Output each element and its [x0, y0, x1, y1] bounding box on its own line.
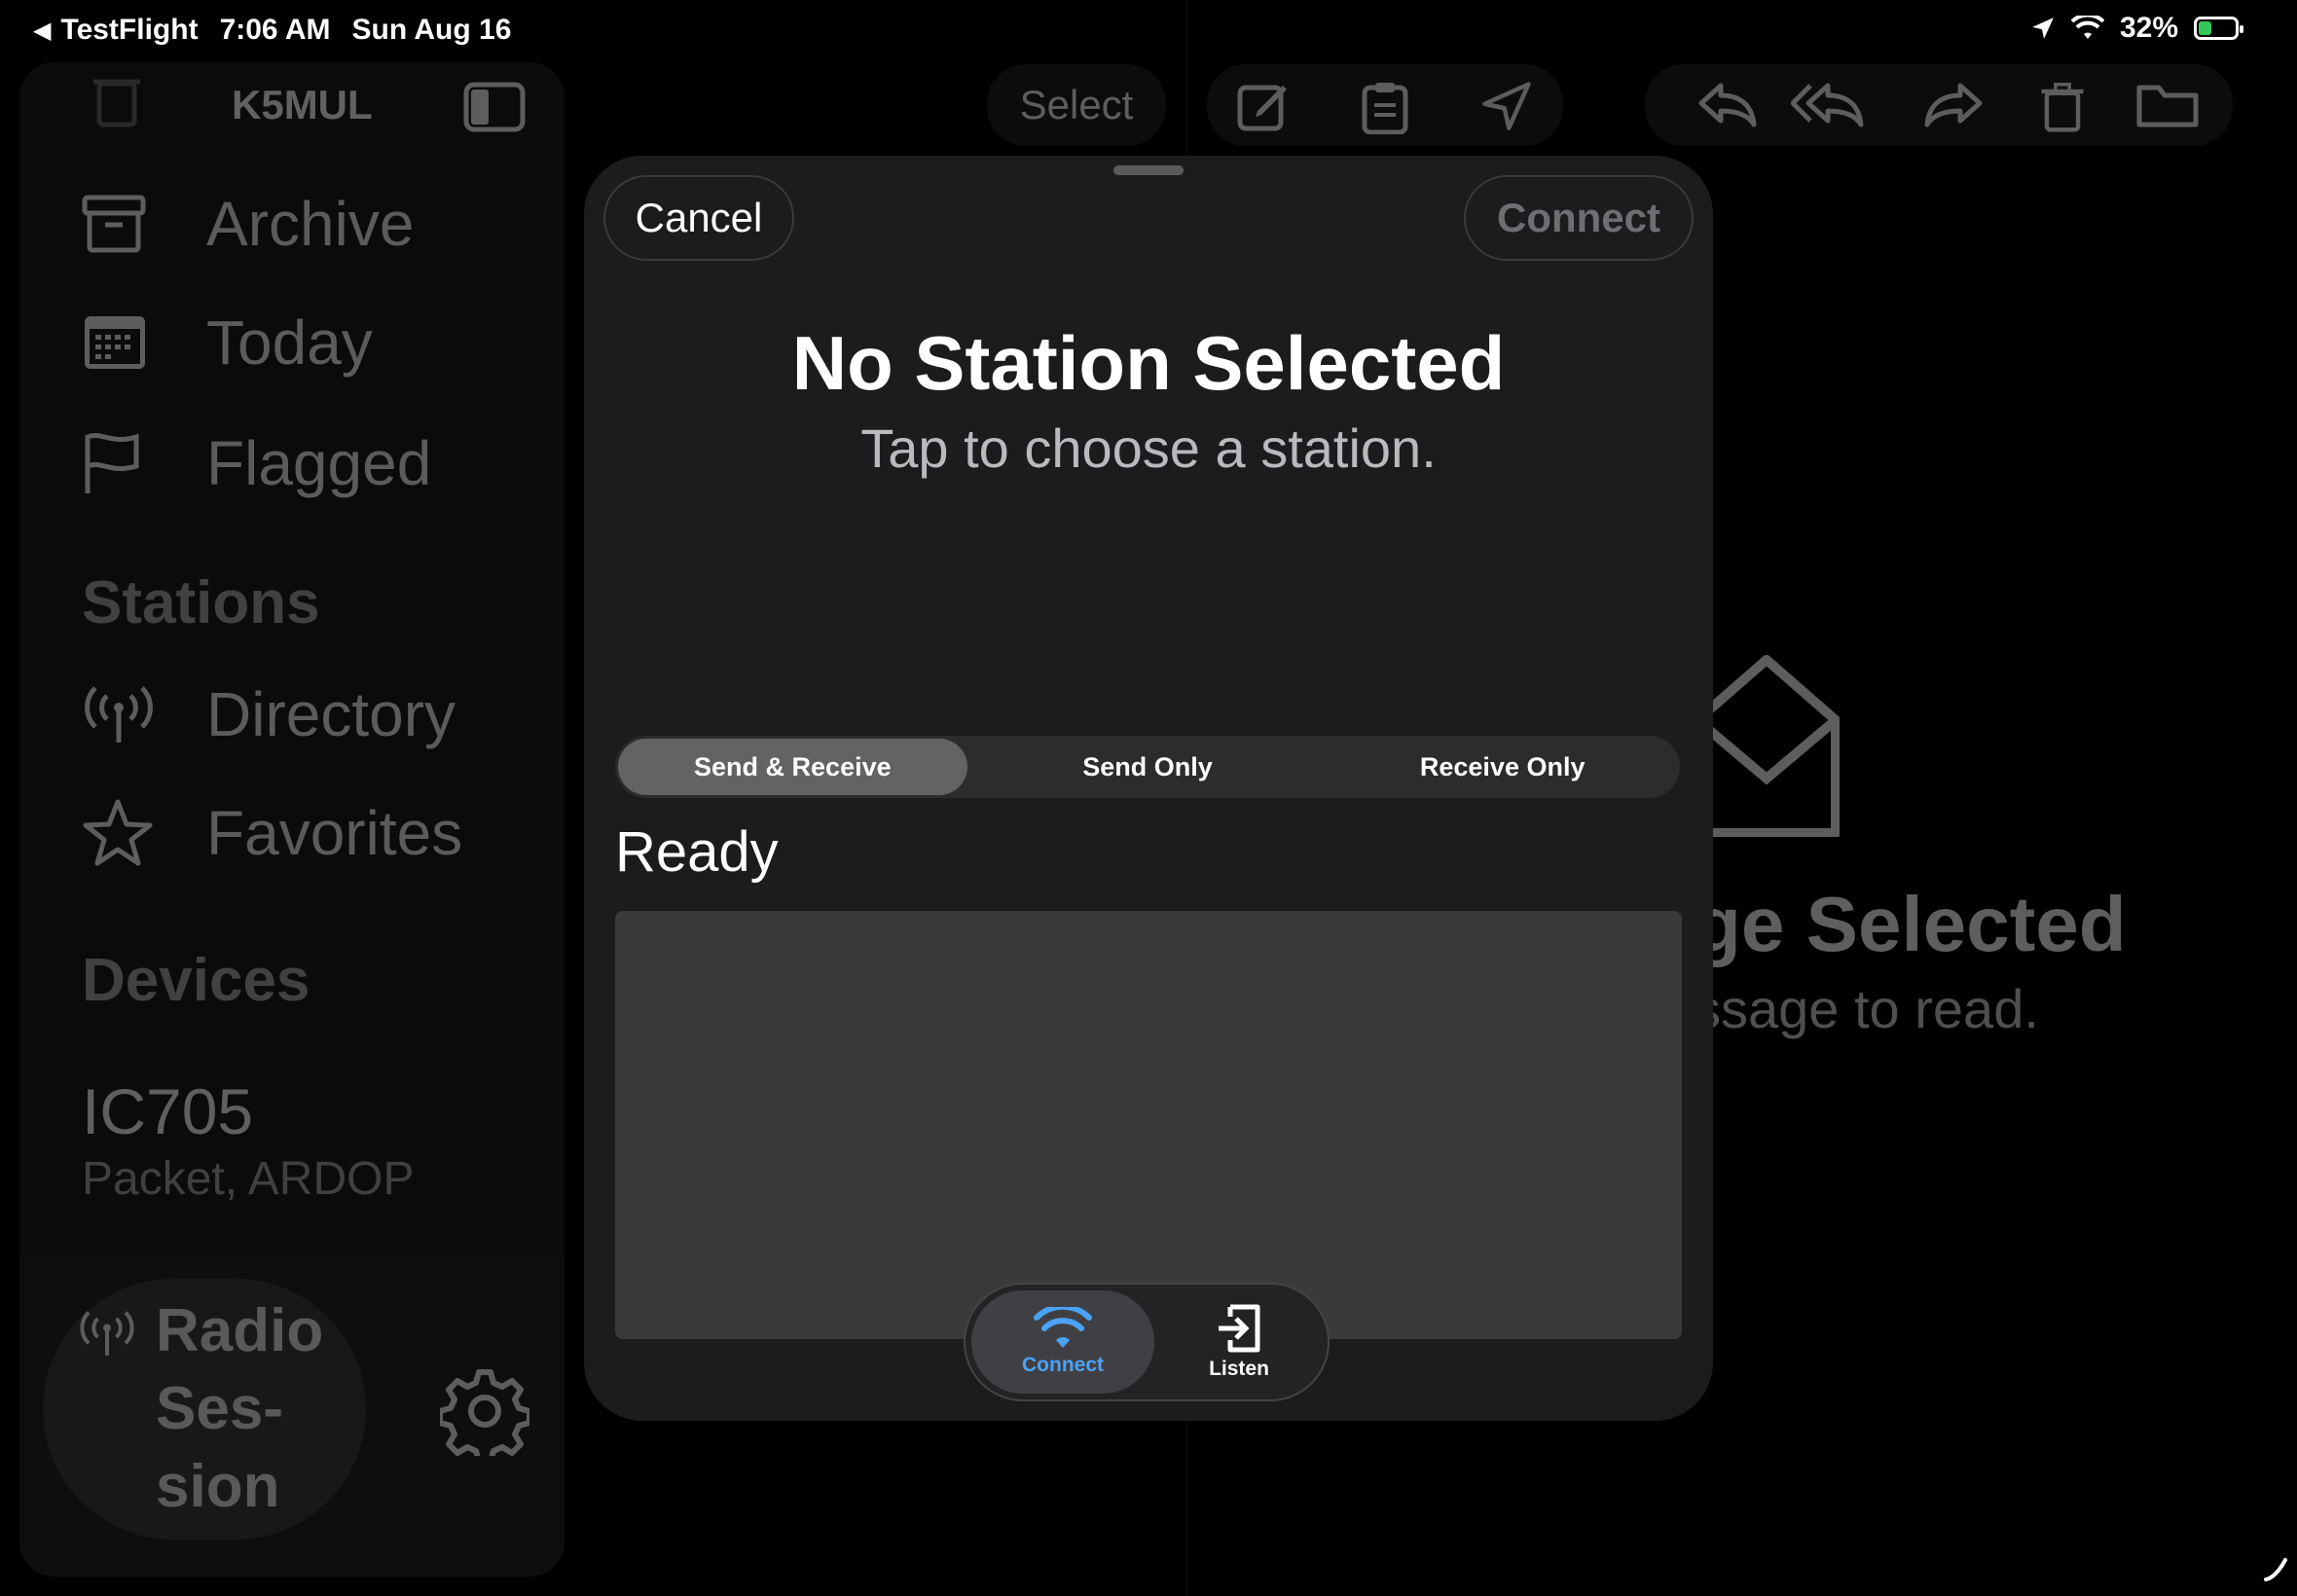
antenna-icon: [82, 675, 179, 753]
empty-detail-subtitle: ssage to read.: [1694, 978, 2039, 1039]
sidebar: K5MUL Archive Today Flagged Stations Dir…: [19, 62, 565, 1577]
account-name: K5MUL: [232, 82, 373, 127]
station-subtitle[interactable]: Tap to choose a station.: [584, 417, 1713, 480]
connection-status: Ready: [615, 820, 779, 884]
sidebar-item-label: Archive: [206, 189, 415, 259]
radio-session-line: sion: [156, 1453, 280, 1520]
wifi-icon: [1034, 1307, 1092, 1348]
star-icon: [82, 794, 179, 872]
connect-sheet: Cancel Connect No Station Selected Tap t…: [584, 156, 1713, 1421]
radio-session-label: Radio Ses- sion: [156, 1292, 341, 1526]
radio-session-line: Ses-: [156, 1375, 283, 1442]
sidebar-item-label: Favorites: [206, 798, 463, 868]
sidebar-item-today[interactable]: Today: [82, 304, 373, 381]
enter-icon: [1219, 1304, 1260, 1353]
sidebar-item-archive[interactable]: Archive: [82, 185, 414, 263]
stations-heading: Stations: [82, 569, 320, 636]
location-arrow-icon: [2032, 18, 2054, 39]
flag-icon: [82, 424, 179, 502]
back-app-label[interactable]: TestFlight: [60, 14, 198, 47]
wifi-status-icon: [2070, 16, 2104, 39]
device-name[interactable]: IC705: [82, 1074, 253, 1148]
empty-detail-title: ge Selected: [1694, 881, 2127, 967]
delete-icon[interactable]: [2038, 80, 2087, 134]
antenna-icon: [78, 1308, 136, 1363]
sidebar-item-label: Flagged: [206, 428, 432, 498]
select-button[interactable]: Select: [987, 64, 1166, 146]
battery-percent: 32%: [2119, 12, 2178, 44]
status-time: 7:06 AM: [219, 14, 331, 46]
status-date: Sun Aug 16: [351, 14, 512, 46]
folder-icon[interactable]: [2135, 80, 2200, 130]
device-modes: Packet, ARDOP: [82, 1153, 415, 1205]
compose-icon[interactable]: [1236, 80, 1291, 132]
sidebar-item-directory[interactable]: Directory: [82, 675, 456, 753]
sheet-grabber[interactable]: [1113, 165, 1184, 175]
tab-connect[interactable]: Connect: [971, 1290, 1154, 1394]
mode-segmented-control: Send & Receive Send Only Receive Only: [615, 736, 1680, 798]
trash-icon: [90, 70, 144, 133]
sidebar-item-favorites[interactable]: Favorites: [82, 794, 462, 872]
calendar-icon: [82, 304, 179, 381]
back-triangle-icon[interactable]: ◀: [33, 17, 51, 45]
status-bar: ◀ TestFlight 7:06 AM Sun Aug 16 32%: [0, 0, 2297, 62]
sheet-tab-bar: Connect Listen: [964, 1283, 1330, 1401]
sidebar-item-label: Directory: [206, 679, 456, 749]
cancel-button[interactable]: Cancel: [603, 175, 794, 261]
radio-session-line: Radio: [156, 1297, 324, 1364]
reply-icon[interactable]: [1697, 80, 1758, 128]
message-actions: [1645, 64, 2233, 146]
radio-session-button[interactable]: Radio Ses- sion: [43, 1279, 366, 1540]
forward-icon[interactable]: [1923, 80, 1984, 128]
envelope-open-icon: [1693, 652, 1841, 842]
tab-label: Listen: [1209, 1358, 1269, 1380]
session-log[interactable]: [615, 911, 1682, 1339]
clipboard-icon[interactable]: [1361, 80, 1409, 134]
sidebar-item-label: Today: [206, 308, 373, 378]
connect-button[interactable]: Connect: [1464, 175, 1694, 261]
reply-all-icon[interactable]: [1791, 80, 1865, 128]
toolbar-actions: [1207, 64, 1563, 146]
devices-heading: Devices: [82, 947, 310, 1014]
tab-label: Connect: [1022, 1354, 1104, 1376]
segment-send-only[interactable]: Send Only: [973, 739, 1323, 795]
segment-send-receive[interactable]: Send & Receive: [618, 739, 967, 795]
sidebar-toggle-icon[interactable]: [463, 82, 526, 137]
archive-box-icon: [82, 185, 179, 263]
stage-manager-glyph-icon: [2262, 1554, 2291, 1588]
sidebar-item-flagged[interactable]: Flagged: [82, 424, 431, 502]
gear-icon[interactable]: [437, 1366, 532, 1465]
station-title[interactable]: No Station Selected: [584, 319, 1713, 408]
location-send-icon[interactable]: [1479, 80, 1534, 132]
battery-icon: [2194, 17, 2243, 40]
segment-receive-only[interactable]: Receive Only: [1328, 739, 1677, 795]
tab-listen[interactable]: Listen: [1156, 1290, 1322, 1394]
